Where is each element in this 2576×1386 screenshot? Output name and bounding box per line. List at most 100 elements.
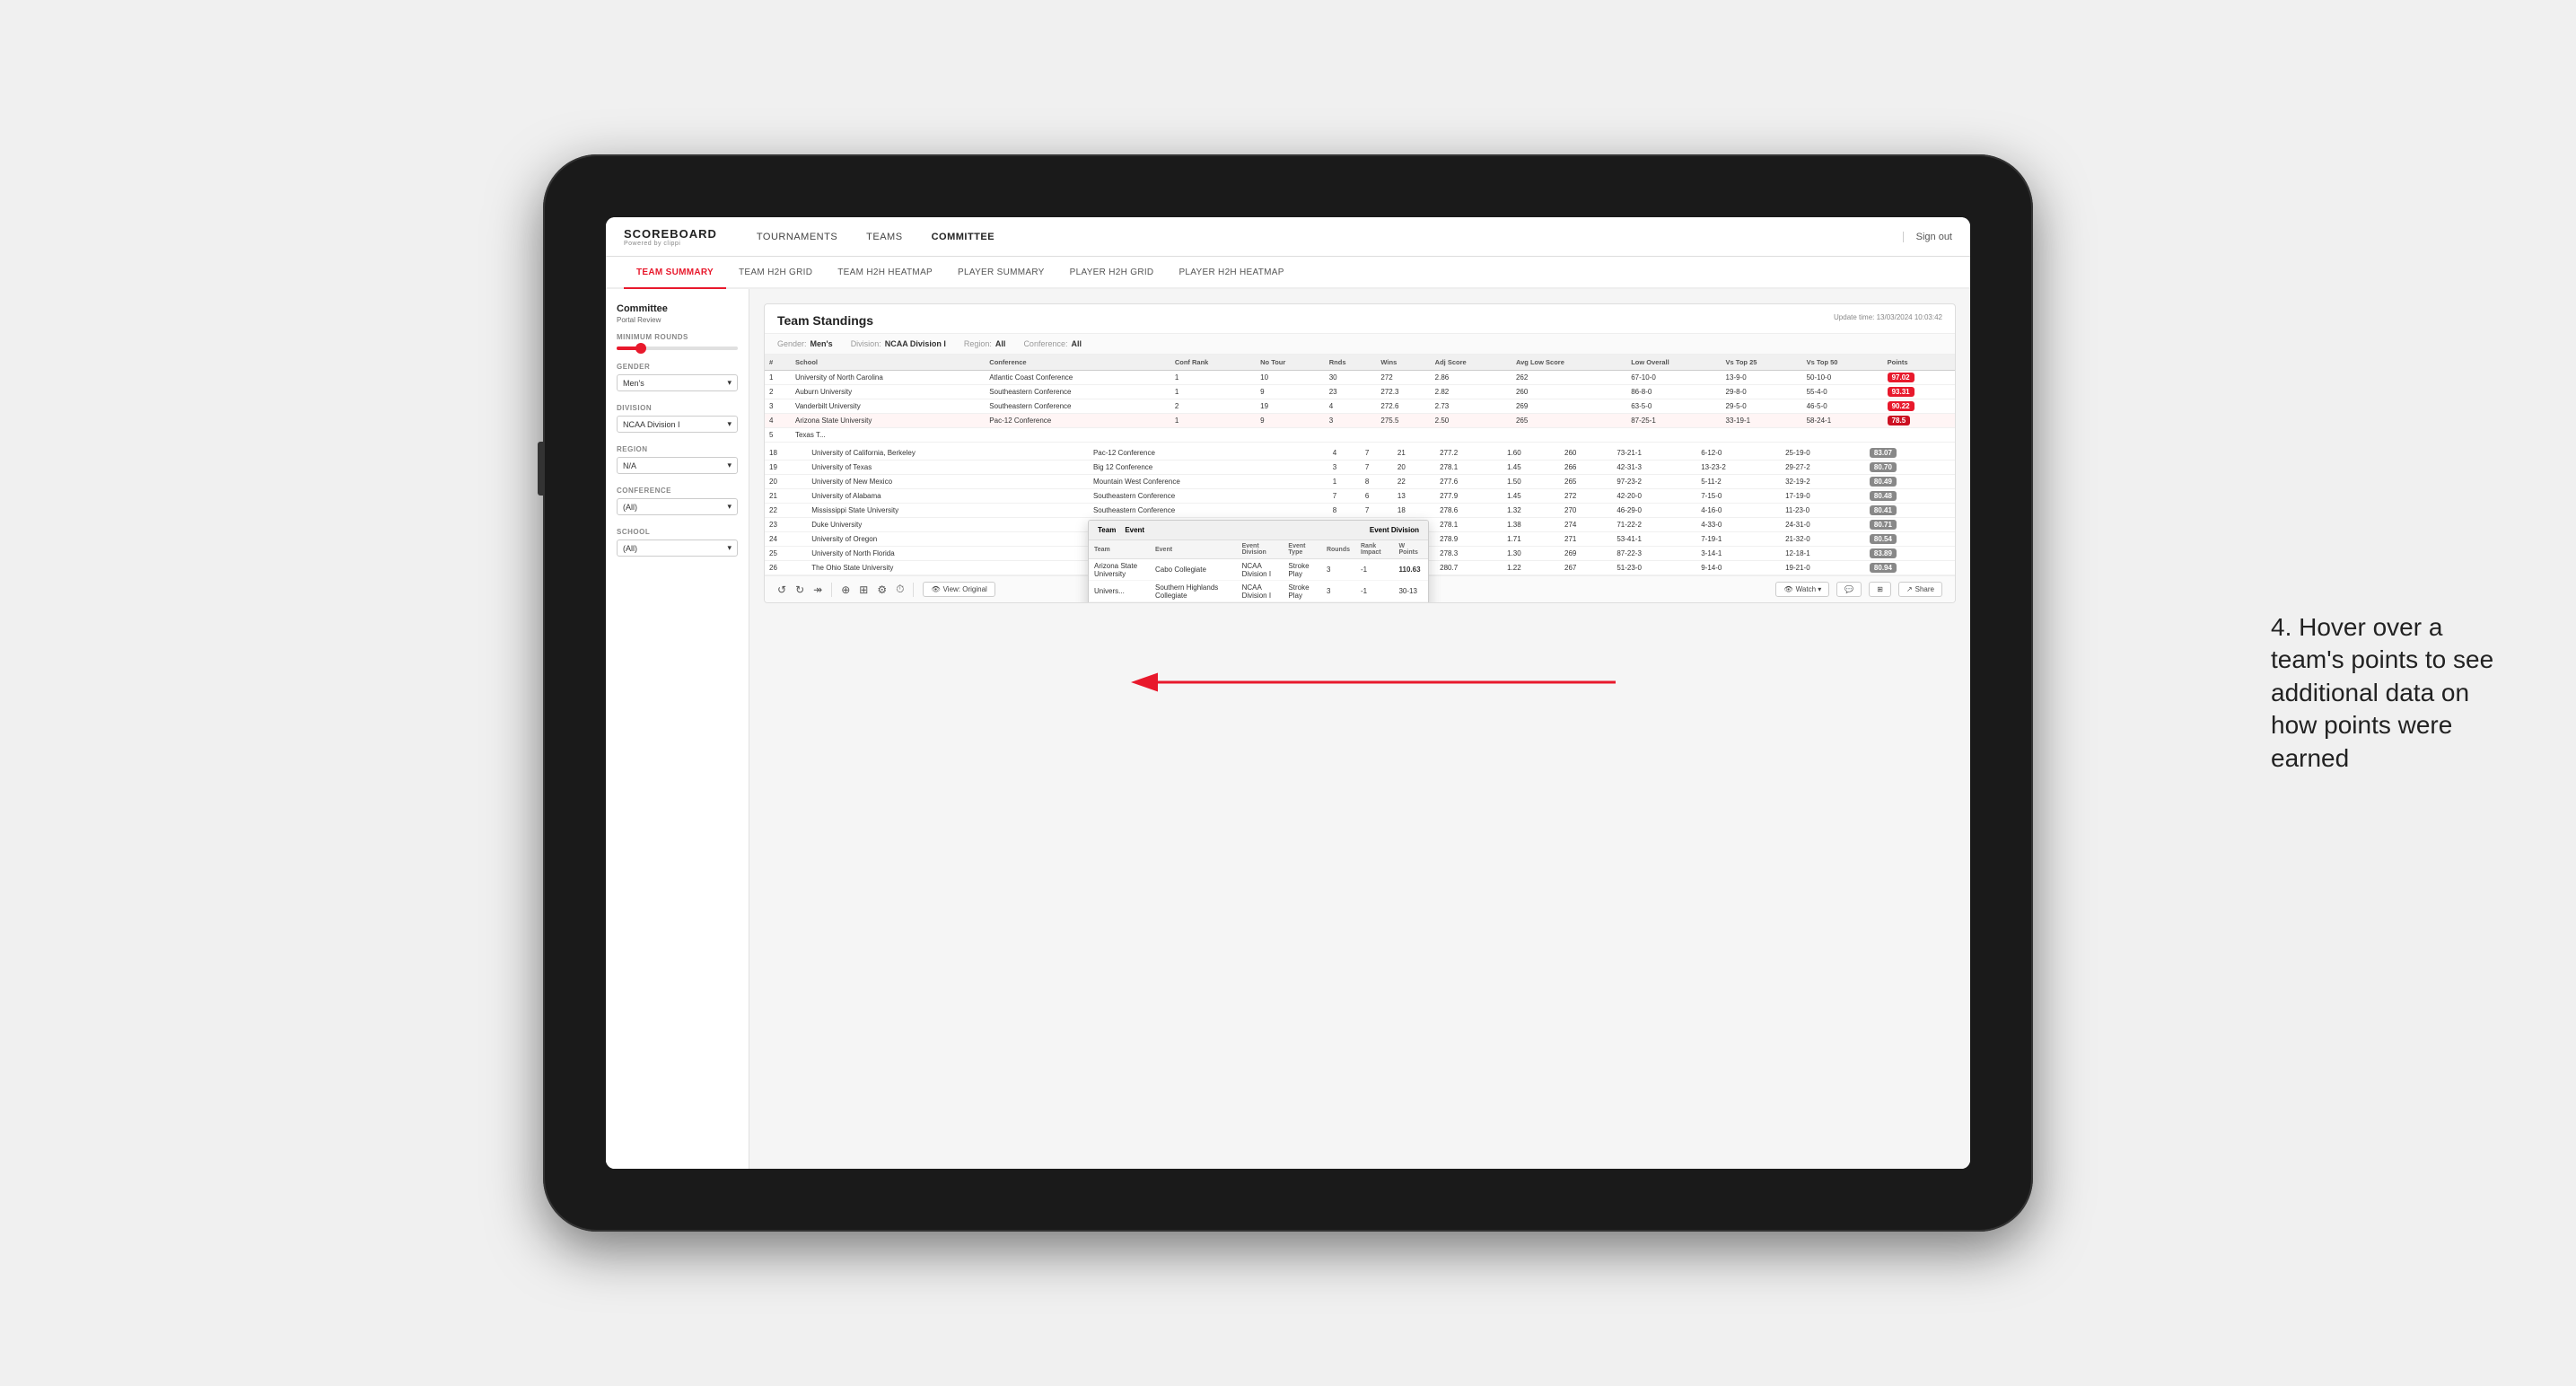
- min-rounds-label: Minimum Rounds: [617, 333, 738, 341]
- region-label: Region: [617, 445, 738, 453]
- points-badge: 90.22: [1888, 401, 1914, 411]
- tab-player-h2h-grid[interactable]: PLAYER H2H GRID: [1057, 257, 1167, 289]
- watch-button[interactable]: 👁 Watch ▾: [1775, 582, 1829, 597]
- popup-col-event-type: Event Type: [1283, 540, 1321, 559]
- conference-label: Conference: [617, 487, 738, 495]
- logo-area: SCOREBOARD Powered by clippi: [624, 227, 717, 247]
- redo-icon[interactable]: ↻: [795, 583, 804, 596]
- region-select[interactable]: N/A ▾: [617, 457, 738, 474]
- table-row-highlighted[interactable]: 4 Arizona State University Pac-12 Confer…: [765, 414, 1955, 428]
- share-icon: ↗: [1906, 585, 1913, 593]
- tab-player-h2h-heatmap[interactable]: PLAYER H2H HEATMAP: [1166, 257, 1296, 289]
- school-select[interactable]: (All) ▾: [617, 539, 738, 557]
- col-rank: #: [765, 355, 791, 371]
- separator: [831, 583, 832, 597]
- table-row[interactable]: 18 University of California, Berkeley Pa…: [765, 446, 1955, 461]
- popup-team-label: Team: [1098, 526, 1116, 534]
- table-row[interactable]: 3 Vanderbilt University Southeastern Con…: [765, 399, 1955, 414]
- list-item: Arizona State University Cabo Collegiate…: [1089, 559, 1428, 581]
- filter-region: Region: All: [964, 339, 1006, 348]
- points-badge: 80.94: [1870, 563, 1897, 573]
- sidebar-title: Committee: [617, 303, 738, 314]
- table-row[interactable]: 1 University of North Carolina Atlantic …: [765, 371, 1955, 385]
- conference-select[interactable]: (All) ▾: [617, 498, 738, 515]
- filter-conference: Conference: All: [1023, 339, 1082, 348]
- nav-item-committee[interactable]: COMMITTEE: [919, 217, 1008, 257]
- popup-table: Team Event Event Division Event Type Rou…: [1089, 540, 1428, 603]
- tablet-side-button: [538, 442, 543, 496]
- points-badge: 80.54: [1870, 534, 1897, 544]
- list-item: Univers... Amer Ari Intercollegiate NCAA…: [1089, 602, 1428, 604]
- sign-out-button[interactable]: Sign out: [1903, 232, 1952, 242]
- table-row[interactable]: 2 Auburn University Southeastern Confere…: [765, 385, 1955, 399]
- annotation-area: 4. Hover over a team's points to see add…: [2271, 611, 2522, 775]
- report-container: Team Standings Update time: 13/03/2024 1…: [764, 303, 1956, 603]
- popup-col-event-div: Event Division: [1237, 540, 1284, 559]
- grid-icon[interactable]: ⊞: [859, 583, 868, 596]
- list-item: Univers... Southern Highlands Collegiate…: [1089, 581, 1428, 602]
- watch-icon: 👁: [1783, 585, 1792, 593]
- undo-icon[interactable]: ↺: [777, 583, 786, 596]
- view-button[interactable]: 👁 View: Original: [923, 582, 994, 597]
- col-adj-score: Adj Score: [1431, 355, 1511, 371]
- nav-item-teams[interactable]: TEAMS: [854, 217, 915, 257]
- sidebar-section-region: Region N/A ▾: [617, 445, 738, 474]
- points-badge: 80.70: [1870, 462, 1897, 472]
- comment-button[interactable]: 💬: [1836, 582, 1862, 597]
- layout-button[interactable]: ⊞: [1869, 582, 1891, 597]
- col-vs-top50: Vs Top 50: [1802, 355, 1883, 371]
- tab-team-h2h-heatmap[interactable]: TEAM H2H HEATMAP: [825, 257, 945, 289]
- points-badge-highlighted[interactable]: 78.5: [1888, 416, 1911, 425]
- sidebar-section-division: Division NCAA Division I ▾: [617, 404, 738, 433]
- points-badge: 93.31: [1888, 387, 1914, 397]
- points-badge: 83.07: [1870, 448, 1897, 458]
- top-nav: SCOREBOARD Powered by clippi TOURNAMENTS…: [606, 217, 1970, 257]
- points-badge: 80.48: [1870, 491, 1897, 501]
- popup-col-rank-impact: Rank Impact: [1355, 540, 1393, 559]
- logo-sub: Powered by clippi: [624, 241, 717, 247]
- filter-icon[interactable]: ⊕: [841, 583, 850, 596]
- popup-tooltip: Team Event Event Division Team Event Eve…: [1088, 520, 1429, 603]
- school-label: School: [617, 528, 738, 536]
- tab-team-h2h-grid[interactable]: TEAM H2H GRID: [726, 257, 825, 289]
- table-row[interactable]: 22 Mississippi State University Southeas…: [765, 504, 1955, 518]
- points-badge: 83.89: [1870, 548, 1897, 558]
- table-row[interactable]: 5 Texas T...: [765, 428, 1955, 443]
- slider-thumb[interactable]: [635, 343, 646, 354]
- popup-header: Team Event Event Division: [1089, 521, 1428, 540]
- sub-nav: TEAM SUMMARY TEAM H2H GRID TEAM H2H HEAT…: [606, 257, 1970, 289]
- slider-track: [617, 346, 738, 350]
- nav-item-tournaments[interactable]: TOURNAMENTS: [744, 217, 850, 257]
- points-badge: 80.49: [1870, 477, 1897, 487]
- col-points: Points: [1883, 355, 1955, 371]
- report-area: Team Standings Update time: 13/03/2024 1…: [749, 289, 1970, 1169]
- popup-col-w-points: W Points: [1393, 540, 1428, 559]
- filter-gender: Gender: Men's: [777, 339, 833, 348]
- division-select[interactable]: NCAA Division I ▾: [617, 416, 738, 433]
- settings-icon[interactable]: ⚙: [877, 583, 887, 596]
- table-row[interactable]: 21 University of Alabama Southeastern Co…: [765, 489, 1955, 504]
- table-row[interactable]: 20 University of New Mexico Mountain Wes…: [765, 475, 1955, 489]
- min-rounds-slider[interactable]: [617, 346, 738, 350]
- sidebar-section-conference: Conference (All) ▾: [617, 487, 738, 515]
- division-label: Division: [617, 404, 738, 412]
- gender-select[interactable]: Men's ▾: [617, 374, 738, 391]
- skip-icon[interactable]: ↠: [813, 583, 822, 596]
- share-button[interactable]: ↗ Share: [1898, 582, 1942, 597]
- tab-player-summary[interactable]: PLAYER SUMMARY: [945, 257, 1057, 289]
- tab-team-summary[interactable]: TEAM SUMMARY: [624, 257, 726, 289]
- filter-division: Division: NCAA Division I: [851, 339, 946, 348]
- separator: [913, 583, 914, 597]
- sidebar-section-min-rounds: Minimum Rounds: [617, 333, 738, 350]
- table-row[interactable]: 19 University of Texas Big 12 Conference…: [765, 461, 1955, 475]
- popup-col-event: Event: [1150, 540, 1237, 559]
- col-conf-rank: Conf Rank: [1170, 355, 1256, 371]
- clock-icon[interactable]: ⏱: [896, 583, 904, 596]
- col-wins: Wins: [1376, 355, 1430, 371]
- popup-body: Arizona State University Cabo Collegiate…: [1089, 559, 1428, 604]
- points-badge: 80.41: [1870, 505, 1897, 515]
- popup-col-rounds: Rounds: [1321, 540, 1355, 559]
- col-avg-low: Avg Low Score: [1511, 355, 1626, 371]
- col-rnds: Rnds: [1325, 355, 1377, 371]
- col-low-overall: Low Overall: [1626, 355, 1721, 371]
